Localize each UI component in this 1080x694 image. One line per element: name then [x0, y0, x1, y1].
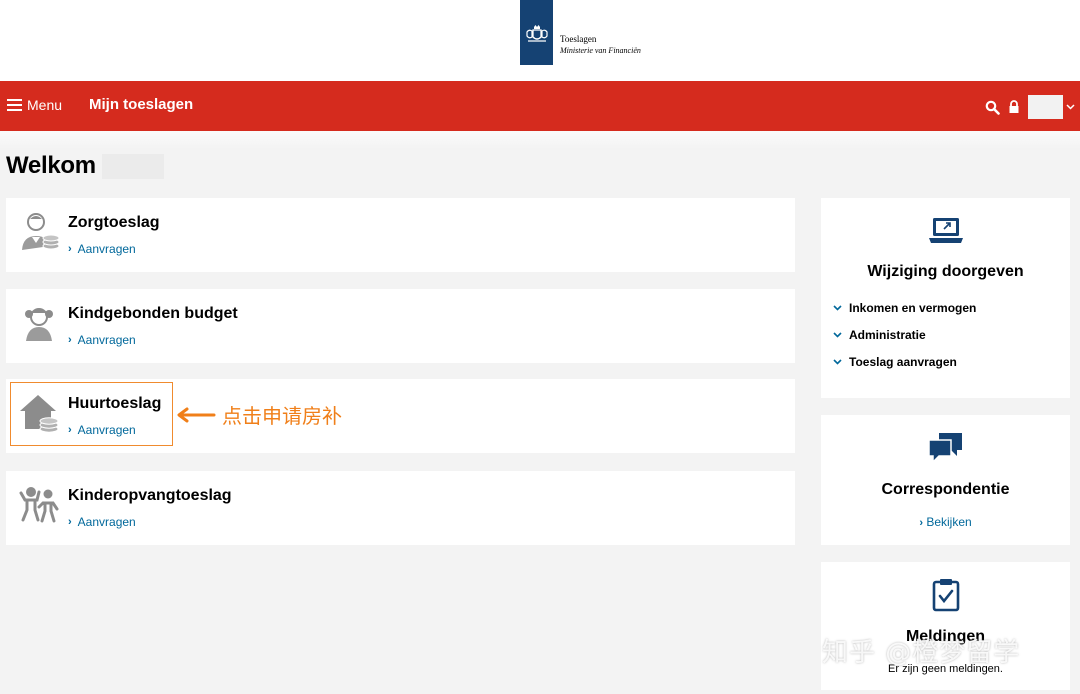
chevron-down-icon — [833, 358, 842, 365]
option-label: Inkomen en vermogen — [849, 300, 977, 315]
childcare-allowance-icon — [19, 487, 59, 523]
chevron-right-icon: › — [68, 516, 72, 528]
coat-of-arms-icon — [525, 24, 548, 42]
top-header: Toeslagen Ministerie van Financiën — [0, 0, 1080, 81]
annotation: 点击申请房补 — [176, 400, 342, 429]
card-kinderopvangtoeslag: Kinderopvangtoeslag › Aanvragen — [6, 471, 795, 545]
annotation-text: 点击申请房补 — [222, 404, 342, 428]
view-link-label: Bekijken — [926, 515, 972, 529]
laptop-icon-wrap — [821, 216, 1070, 246]
apply-link[interactable]: › Aanvragen — [68, 333, 136, 347]
option-administratie[interactable]: Administratie — [833, 321, 976, 348]
card-title[interactable]: Zorgtoeslag — [68, 214, 160, 232]
menu-button[interactable]: Menu — [7, 97, 62, 113]
apply-link[interactable]: › Aanvragen — [68, 242, 136, 256]
org-name-sub: Ministerie van Financiën — [560, 46, 641, 55]
card-title[interactable]: Kinderopvangtoeslag — [68, 487, 232, 505]
apply-link-label: Aanvragen — [77, 515, 136, 529]
lock-icon — [1009, 100, 1019, 113]
watermark: 知乎 @橙梦留学 — [822, 638, 1021, 668]
laptop-icon — [928, 218, 963, 243]
apply-link-label: Aanvragen — [77, 242, 136, 256]
welcome-text: Welkom — [6, 152, 96, 179]
panel-wijziging-doorgeven: Wijziging doorgeven Inkomen en vermogen … — [821, 198, 1070, 398]
user-name-redacted — [1028, 95, 1063, 119]
rijksoverheid-logo[interactable] — [520, 0, 553, 65]
welcome-heading: Welkom — [6, 152, 164, 180]
org-name: Toeslagen Ministerie van Financiën — [560, 33, 641, 57]
change-options-list: Inkomen en vermogen Administratie Toesla… — [833, 294, 976, 375]
chevron-down-icon — [1066, 104, 1075, 110]
panel-correspondentie: Correspondentie › Bekijken — [821, 415, 1070, 545]
card-zorgtoeslag: Zorgtoeslag › Aanvragen — [6, 198, 795, 272]
highlight-box — [10, 382, 173, 446]
clipboard-check-icon — [932, 579, 959, 612]
card-title[interactable]: Kindgebonden budget — [68, 305, 238, 323]
apply-link-label: Aanvragen — [77, 333, 136, 347]
user-name-mask — [101, 153, 164, 179]
menu-label: Menu — [27, 97, 63, 113]
option-label: Administratie — [849, 327, 926, 342]
user-menu[interactable] — [1028, 95, 1075, 119]
search-icon[interactable] — [985, 100, 1000, 115]
clipboard-icon-wrap — [821, 578, 1070, 612]
org-name-main: Toeslagen — [560, 34, 597, 44]
nav-title[interactable]: Mijn toeslagen — [89, 96, 193, 113]
option-label: Toeslag aanvragen — [849, 354, 957, 369]
view-correspondence-link[interactable]: › Bekijken — [821, 515, 1070, 529]
panel-title: Wijziging doorgeven — [867, 263, 1024, 280]
arrow-left-icon — [177, 407, 216, 422]
main-navbar: Menu Mijn toeslagen — [0, 81, 1080, 131]
hamburger-icon — [7, 99, 22, 111]
panel-title: Correspondentie — [881, 481, 1010, 498]
nav-shadow — [0, 131, 1080, 149]
nav-actions — [985, 95, 1075, 119]
child-budget-icon — [25, 308, 53, 341]
chevron-right-icon: › — [68, 334, 72, 346]
chevron-right-icon: › — [919, 517, 923, 529]
apply-link[interactable]: › Aanvragen — [68, 515, 136, 529]
care-allowance-icon — [22, 213, 60, 250]
chat-bubbles-icon — [927, 433, 962, 464]
chevron-down-icon — [833, 304, 842, 311]
panel-meldingen: Meldingen Er zijn geen meldingen. — [821, 562, 1070, 690]
chevron-down-icon — [833, 331, 842, 338]
option-inkomen-en-vermogen[interactable]: Inkomen en vermogen — [833, 294, 976, 321]
option-toeslag-aanvragen[interactable]: Toeslag aanvragen — [833, 348, 976, 375]
card-kindgebonden-budget: Kindgebonden budget › Aanvragen — [6, 289, 795, 363]
chat-icon-wrap — [821, 430, 1070, 464]
chevron-right-icon: › — [68, 243, 72, 255]
